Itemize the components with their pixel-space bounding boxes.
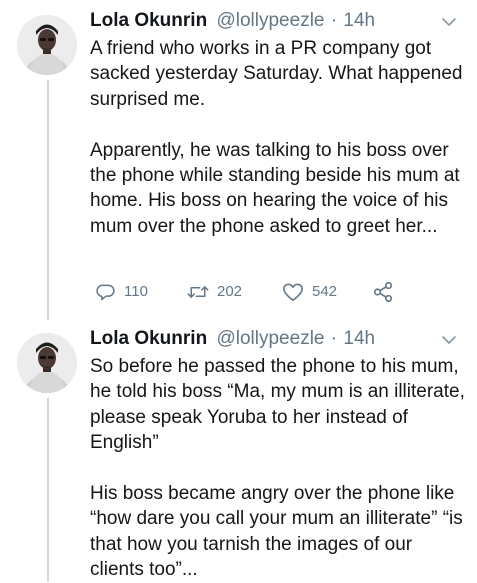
avatar[interactable] <box>17 15 77 75</box>
author-handle[interactable]: @lollypeezle <box>216 328 324 349</box>
tweet-paragraph: Apparently, he was talking to his boss o… <box>90 139 460 237</box>
reply-icon <box>96 284 115 301</box>
author-name[interactable]: Lola Okunrin <box>90 328 207 349</box>
tweet-header: Lola Okunrin @lollypeezle · 14h <box>90 326 375 352</box>
tweet-paragraph: So before he passed the phone to his mum… <box>90 356 465 454</box>
chevron-down-icon[interactable] <box>441 332 457 348</box>
reply-button[interactable]: 110 <box>96 279 148 305</box>
avatar[interactable] <box>17 333 77 393</box>
tweet-actions: 110 202 542 <box>90 279 460 305</box>
tweet-time[interactable]: 14h <box>343 328 375 349</box>
tweet-paragraph: A friend who works in a PR company got s… <box>90 38 463 110</box>
heart-icon <box>283 283 303 301</box>
tweet-text: A friend who works in a PR company got s… <box>90 36 470 239</box>
tweet-paragraph: His boss became angry over the phone lik… <box>90 483 463 581</box>
tweet[interactable]: Lola Okunrin @lollypeezle · 14h So befor… <box>0 318 477 582</box>
reply-count: 110 <box>124 283 148 300</box>
retweet-count: 202 <box>217 283 243 300</box>
retweet-button[interactable]: 202 <box>187 279 242 305</box>
tweet-text: So before he passed the phone to his mum… <box>90 354 470 583</box>
chevron-down-icon[interactable] <box>441 14 457 30</box>
like-button[interactable]: 542 <box>282 279 337 305</box>
share-button[interactable] <box>372 279 394 305</box>
share-icon <box>373 282 393 302</box>
tweet-time[interactable]: 14h <box>343 10 375 31</box>
tweet[interactable]: Lola Okunrin @lollypeezle · 14h A friend… <box>0 0 477 318</box>
tweet-header: Lola Okunrin @lollypeezle · 14h <box>90 8 375 34</box>
separator: · <box>330 10 338 31</box>
retweet-icon <box>187 286 209 298</box>
separator: · <box>330 328 338 349</box>
author-handle[interactable]: @lollypeezle <box>216 10 324 31</box>
like-count: 542 <box>312 283 338 300</box>
author-name[interactable]: Lola Okunrin <box>90 10 207 31</box>
